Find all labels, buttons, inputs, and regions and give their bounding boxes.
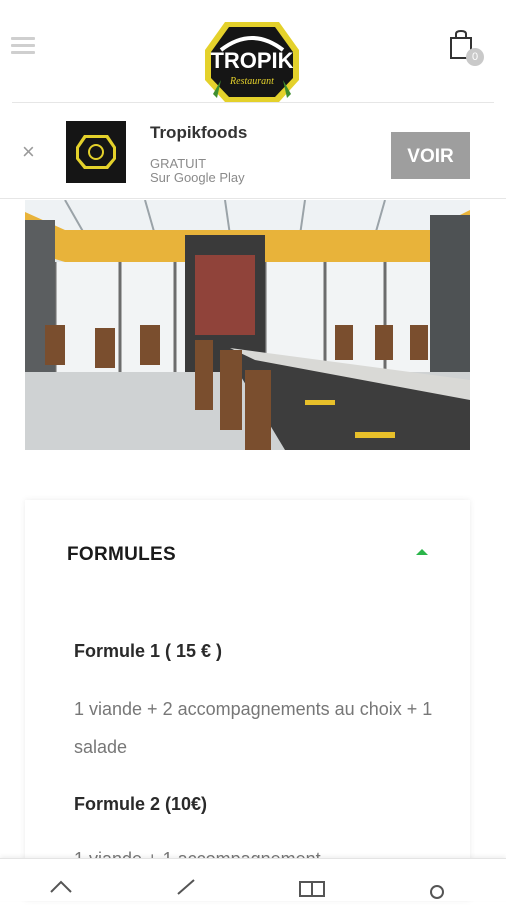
chevron-up-icon[interactable] bbox=[416, 549, 428, 555]
cart-count-badge: 0 bbox=[466, 48, 484, 66]
formule-title: Formule 1 ( 15 € ) bbox=[74, 641, 223, 661]
search-icon[interactable] bbox=[422, 870, 452, 900]
voir-button[interactable]: VOIR bbox=[391, 132, 470, 179]
home-icon[interactable] bbox=[46, 870, 76, 900]
app-name: Tropikfoods bbox=[150, 123, 248, 142]
app-icon bbox=[66, 121, 126, 183]
restaurant-logo[interactable]: TROPIK Restaurant bbox=[203, 20, 301, 104]
book-icon[interactable] bbox=[297, 870, 327, 900]
close-icon[interactable]: × bbox=[22, 141, 35, 163]
header-divider bbox=[12, 102, 494, 103]
edit-icon[interactable] bbox=[172, 870, 202, 900]
formules-title[interactable]: FORMULES bbox=[67, 544, 176, 566]
restaurant-interior-photo bbox=[25, 200, 470, 450]
logo-tagline-text: Restaurant bbox=[229, 76, 274, 87]
formule-title: Formule 2 (10€) bbox=[74, 794, 208, 814]
app-store-label: Sur Google Play bbox=[150, 170, 245, 185]
logo-brand-text: TROPIK bbox=[210, 48, 293, 73]
hamburger-menu-icon[interactable] bbox=[11, 37, 35, 55]
app-price: GRATUIT bbox=[150, 156, 207, 171]
formule-description: 1 viande + 2 accompagnements au choix + … bbox=[74, 699, 433, 757]
